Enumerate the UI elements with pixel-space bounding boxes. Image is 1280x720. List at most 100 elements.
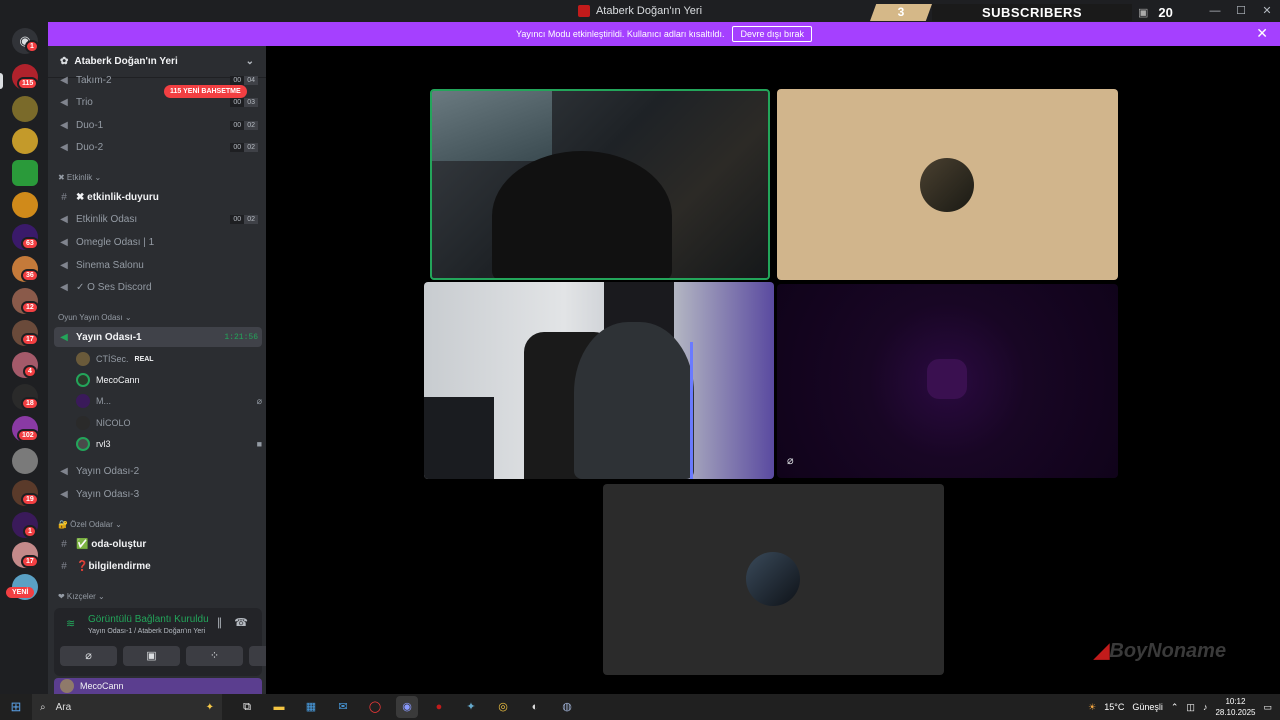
- text-channel-etkinlik-duyuru[interactable]: # ✖ etkinlik-duyuru: [54, 187, 262, 207]
- channel-label: Trio: [76, 96, 93, 108]
- voice-user[interactable]: CTİSec. REAL: [76, 349, 262, 369]
- channel-label: Yayın Odası-1: [76, 331, 142, 343]
- store-icon[interactable]: ▦: [300, 696, 322, 718]
- voice-channel-yayin2[interactable]: ◀ Yayın Odası-2: [54, 461, 262, 481]
- voice-channel-oses[interactable]: ◀ ✓ O Ses Discord: [54, 277, 262, 297]
- server-badge: 17: [21, 333, 39, 346]
- video-tile-avatar[interactable]: ⌀: [777, 284, 1118, 478]
- screen-share-button[interactable]: ▣: [123, 646, 180, 666]
- voice-channel-yayin3[interactable]: ◀ Yayın Odası-3: [54, 484, 262, 504]
- app-icon[interactable]: ◐: [524, 696, 546, 718]
- category-etkinlik[interactable]: ✖ Etkinlik ⌄: [58, 173, 101, 182]
- voice-user[interactable]: M... ⌀: [76, 391, 262, 411]
- video-tile-avatar[interactable]: [603, 484, 944, 675]
- category-kizceler[interactable]: ❤ Kızçeler ⌄: [58, 592, 105, 601]
- mail-icon[interactable]: ✉: [332, 696, 354, 718]
- category-oyun-yayin[interactable]: Oyun Yayın Odası ⌄: [58, 313, 132, 322]
- voice-channel-sinema[interactable]: ◀ Sinema Salonu: [54, 255, 262, 275]
- server-badge: 102: [17, 429, 39, 442]
- server-icon[interactable]: [12, 192, 38, 218]
- server-icon[interactable]: [12, 448, 38, 474]
- voice-channel-duo1[interactable]: ◀ Duo-1 00 02: [54, 115, 262, 135]
- windows-taskbar: ⊞ ⌕ Ara ✦ ⧉ ▬ ▦ ✉ ◯ ◉ ● ✦ ◎ ◐ ◍ ☀ 15°C G…: [0, 694, 1280, 720]
- server-active-pill: [0, 73, 3, 89]
- speaker-icon: ◀: [60, 331, 68, 343]
- avatar: [76, 394, 90, 408]
- server-icon[interactable]: [12, 128, 38, 154]
- app-icon[interactable]: ✦: [460, 696, 482, 718]
- tray-chevron-icon[interactable]: ⌃: [1171, 702, 1179, 713]
- file-explorer-icon[interactable]: ▬: [268, 696, 290, 718]
- user-name: MecoCann: [96, 375, 140, 385]
- chrome-icon[interactable]: ◎: [492, 696, 514, 718]
- voice-status[interactable]: Görüntülü Bağlantı Kuruldu: [88, 614, 209, 625]
- voice-user[interactable]: NİCOLO: [76, 413, 262, 433]
- camera-off-button[interactable]: ⌀: [60, 646, 117, 666]
- network-icon[interactable]: ◫: [1186, 702, 1195, 713]
- text-channel-bilgilendirme[interactable]: # ❓bilgilendirme: [54, 556, 262, 576]
- voice-user[interactable]: MecoCann: [76, 370, 262, 390]
- speaker-icon: ◀: [60, 96, 68, 108]
- channel-label: ❓bilgilendirme: [76, 560, 151, 572]
- server-badge: 36: [21, 269, 39, 282]
- voice-channel-omegle[interactable]: ◀ Omegle Odası | 1: [54, 232, 262, 252]
- server-badge: 115: [17, 77, 39, 90]
- video-tile-avatar[interactable]: [777, 89, 1118, 280]
- minimize-button[interactable]: —: [1202, 0, 1228, 22]
- speaker-icon: ◀: [60, 488, 68, 500]
- voice-channel-trio[interactable]: ◀ Trio 00 03: [54, 92, 262, 112]
- weather-temp[interactable]: 15°C: [1104, 702, 1124, 712]
- banner-close-icon[interactable]: ✕: [1256, 25, 1268, 42]
- poster-wall: [432, 91, 552, 161]
- voice-location[interactable]: Yayın Odası-1 / Ataberk Doğan'ın Yeri: [88, 628, 205, 635]
- voice-channel-yayin1[interactable]: ◀ Yayın Odası-1 1:21:56: [54, 327, 262, 347]
- channel-label: Yayın Odası-2: [76, 465, 140, 477]
- new-servers-badge[interactable]: YENİ: [6, 587, 35, 598]
- noise-suppression-icon[interactable]: ∥: [217, 616, 223, 629]
- hash-icon: #: [61, 560, 67, 572]
- opera-icon[interactable]: ◯: [364, 696, 386, 718]
- notifications-icon[interactable]: ▭: [1263, 702, 1272, 713]
- video-stage: ⌀ ◢BoyNoname: [266, 46, 1280, 694]
- text-channel-oda-olustur[interactable]: # ✅ oda-oluştur: [54, 534, 262, 554]
- voice-channel-duo2[interactable]: ◀ Duo-2 00 02: [54, 137, 262, 157]
- channel-label: Duo-2: [76, 141, 104, 153]
- activities-button[interactable]: ⁘: [186, 646, 243, 666]
- steam-icon[interactable]: ◍: [556, 696, 578, 718]
- disable-streamer-mode-button[interactable]: Devre dışı bırak: [732, 26, 812, 42]
- light-bar: [690, 342, 693, 479]
- channel-sidebar: ✿ Ataberk Doğan'ın Yeri ⌄ ◀ Takım-2 00 04…: [48, 46, 306, 694]
- speaker-icon: ◀: [60, 141, 68, 153]
- channel-label: ✖ etkinlik-duyuru: [76, 191, 159, 203]
- hash-icon: #: [61, 191, 67, 203]
- server-icon[interactable]: [12, 160, 38, 186]
- category-ozel-odalar[interactable]: 🔐 Özel Odalar ⌄: [58, 520, 122, 529]
- voice-channel-etkinlik-odasi[interactable]: ◀ Etkinlik Odası 00 02: [54, 209, 262, 229]
- taskbar-clock[interactable]: 10:12 28.10.2025: [1215, 696, 1255, 718]
- user-panel[interactable]: MecoCann: [54, 678, 262, 694]
- close-window-button[interactable]: ✕: [1254, 0, 1280, 22]
- server-icon[interactable]: [12, 96, 38, 122]
- channel-label: Duo-1: [76, 119, 104, 131]
- app-icon[interactable]: ●: [428, 696, 450, 718]
- watermark-logo-icon: ◢: [1094, 640, 1110, 662]
- speaker-icon: ◀: [60, 236, 68, 248]
- user-panel-name: MecoCann: [80, 681, 124, 691]
- avatar: [76, 352, 90, 366]
- windows-start-icon[interactable]: ⊞: [0, 699, 32, 715]
- disconnect-icon[interactable]: ☎: [234, 616, 248, 629]
- search-icon: ⌕: [40, 701, 46, 713]
- chevron-down-icon: ⌄: [245, 56, 254, 67]
- taskbar-search[interactable]: ⌕ Ara ✦: [32, 694, 222, 720]
- maximize-button[interactable]: ☐: [1228, 0, 1254, 22]
- task-view-icon[interactable]: ⧉: [236, 696, 258, 718]
- video-tile-speaking[interactable]: [430, 89, 770, 280]
- video-tile-camera[interactable]: [424, 282, 774, 479]
- discord-taskbar-icon[interactable]: ◉: [396, 696, 418, 718]
- volume-icon[interactable]: ♪: [1203, 702, 1208, 712]
- weather-text[interactable]: Güneşli: [1132, 702, 1163, 712]
- hash-icon: #: [61, 538, 67, 550]
- subscriber-goal-icon: ▣: [1138, 7, 1149, 19]
- voice-connection-panel: ≋ Görüntülü Bağlantı Kuruldu Yayın Odası…: [54, 608, 306, 676]
- voice-user[interactable]: rvl3 ■: [76, 434, 262, 454]
